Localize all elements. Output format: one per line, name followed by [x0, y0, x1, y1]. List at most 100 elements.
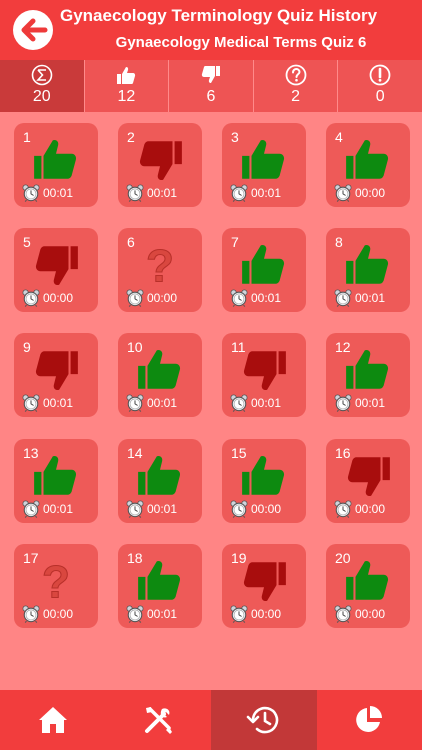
header-bar: Gynaecology Terminology Quiz History Gyn…: [0, 0, 422, 60]
tab-tools[interactable]: [106, 690, 212, 750]
thumb-up-icon: [346, 349, 389, 389]
thumb-up-icon: [242, 455, 285, 495]
question-tile[interactable]: 6? 00:00: [118, 228, 202, 312]
alarm-clock-icon: [334, 394, 352, 412]
alarm-clock-icon: [126, 184, 144, 202]
page-title: Gynaecology Terminology Quiz History: [60, 6, 378, 25]
question-time: 00:01: [147, 396, 178, 410]
bottom-tab-bar: [0, 690, 422, 750]
exclamation-icon: [369, 64, 391, 86]
thumb-up-icon: [346, 139, 389, 179]
question-time: 00:01: [43, 186, 74, 200]
question-tile[interactable]: 11 00:01: [222, 333, 306, 417]
question-tile[interactable]: 17? 00:00: [14, 544, 98, 628]
thumb-up-icon: [242, 244, 285, 284]
stat-correct-value: 12: [117, 88, 136, 105]
thumb-down-icon: [35, 246, 78, 286]
tools-icon: [145, 707, 173, 734]
tab-history[interactable]: [211, 690, 317, 750]
question-time: 00:01: [147, 502, 178, 516]
question-time: 00:01: [355, 396, 386, 410]
question-tile[interactable]: 18 00:01: [118, 544, 202, 628]
stat-wrong-value: 6: [206, 88, 216, 105]
alarm-clock-icon: [230, 605, 248, 623]
alarm-clock-icon: [334, 605, 352, 623]
stat-flagged-value: 0: [375, 88, 385, 105]
question-time: 00:00: [251, 502, 282, 516]
svg-text:?: ?: [42, 557, 70, 606]
question-time: 00:01: [43, 396, 74, 410]
question-number: 5: [23, 234, 31, 250]
stat-correct[interactable]: 12: [85, 60, 170, 112]
svg-text:?: ?: [146, 241, 174, 290]
stats-bar: 20 12 6 2 0: [0, 60, 422, 112]
question-number: 7: [231, 234, 239, 250]
question-time: 00:00: [355, 607, 386, 621]
thumb-down-icon: [243, 562, 286, 602]
stat-total-value: 20: [32, 88, 51, 105]
alarm-clock-icon: [126, 394, 144, 412]
tab-home[interactable]: [0, 690, 106, 750]
question-tile[interactable]: 15 00:00: [222, 439, 306, 523]
question-icon: [285, 64, 306, 86]
question-tile[interactable]: 12 00:01: [326, 333, 410, 417]
question-number: 6: [127, 234, 135, 250]
question-time: 00:00: [251, 607, 282, 621]
alarm-clock-icon: [126, 500, 144, 518]
question-time: 00:01: [251, 291, 282, 305]
stat-unanswered[interactable]: 2: [254, 60, 339, 112]
stat-flagged[interactable]: 0: [338, 60, 422, 112]
question-mark-icon: ?: [145, 240, 174, 290]
question-tile[interactable]: 8 00:01: [326, 228, 410, 312]
question-mark-icon: ?: [41, 556, 70, 606]
thumb-up-icon: [346, 560, 389, 600]
question-tile[interactable]: 7 00:01: [222, 228, 306, 312]
question-tile[interactable]: 14 00:01: [118, 439, 202, 523]
alarm-clock-icon: [334, 500, 352, 518]
question-tile[interactable]: 5 00:00: [14, 228, 98, 312]
question-time: 00:00: [355, 502, 386, 516]
question-tile[interactable]: 9 00:01: [14, 333, 98, 417]
question-time: 00:00: [147, 291, 178, 305]
question-tile[interactable]: 2 00:01: [118, 123, 202, 207]
stat-total[interactable]: 20: [0, 60, 85, 112]
question-tile[interactable]: 1 00:01: [14, 123, 98, 207]
question-time: 00:01: [251, 186, 282, 200]
question-tile[interactable]: 19 00:00: [222, 544, 306, 628]
alarm-clock-icon: [230, 500, 248, 518]
thumb-down-icon: [347, 457, 390, 497]
thumb-up-icon: [34, 139, 77, 179]
tab-statistics[interactable]: [317, 690, 422, 750]
thumb-down-icon: [139, 141, 182, 181]
question-tile[interactable]: 3 00:01: [222, 123, 306, 207]
question-tile[interactable]: 4 00:00: [326, 123, 410, 207]
question-time: 00:00: [43, 291, 74, 305]
home-icon: [38, 707, 67, 733]
back-button[interactable]: [13, 10, 53, 50]
alarm-clock-icon: [22, 184, 40, 202]
alarm-clock-icon: [230, 289, 248, 307]
alarm-clock-icon: [126, 289, 144, 307]
question-number: 8: [335, 234, 343, 250]
question-tile[interactable]: 16 00:00: [326, 439, 410, 523]
history-icon: [246, 706, 279, 734]
stat-unanswered-value: 2: [291, 88, 301, 105]
question-number: 4: [335, 129, 343, 145]
alarm-clock-icon: [22, 289, 40, 307]
alarm-clock-icon: [230, 184, 248, 202]
question-number: 1: [23, 129, 31, 145]
thumb-up-icon: [138, 349, 181, 389]
alarm-clock-icon: [334, 184, 352, 202]
question-time: 00:01: [147, 186, 178, 200]
question-number: 2: [127, 129, 135, 145]
stat-wrong[interactable]: 6: [169, 60, 254, 112]
pie-chart-icon: [356, 706, 383, 732]
thumb-up-icon: [138, 455, 181, 495]
alarm-clock-icon: [334, 289, 352, 307]
sum-icon: [31, 64, 53, 86]
question-time: 00:00: [43, 607, 74, 621]
thumb-up-icon: [346, 244, 389, 284]
question-tile[interactable]: 20 00:00: [326, 544, 410, 628]
question-tile[interactable]: 10 00:01: [118, 333, 202, 417]
question-tile[interactable]: 13 00:01: [14, 439, 98, 523]
